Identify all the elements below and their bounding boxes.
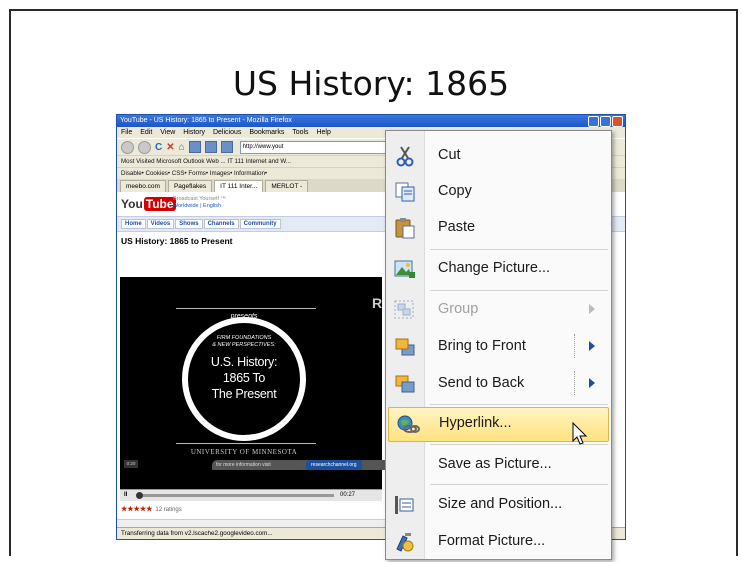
home-icon: ⌂ [178,141,185,153]
menu-history: History [183,129,206,136]
title-rule [176,308,316,309]
menu-label-hyperlink: Hyperlink... [439,415,512,431]
channel-link: researchchannel.org [306,460,362,470]
menu-view: View [160,129,176,136]
group-icon [394,300,414,319]
menu-item-size-and-position[interactable]: Size and Position... [386,488,611,521]
player-controls: II 00:27 [120,489,382,501]
menu-item-format-picture[interactable]: Format Picture... [386,525,611,558]
browser-titlebar: YouTube - US History: 1865 to Present - … [117,115,625,127]
save-as-picture-icon [393,454,417,476]
window-buttons [588,116,623,127]
research-logo: R [372,295,383,311]
menu-separator [430,249,608,250]
stop-icon: ✕ [166,141,175,153]
menu-label-send-to-back: Send to Back [438,375,525,391]
nav-home: Home [121,219,146,229]
menu-label-bring-to-front: Bring to Front [438,338,526,354]
tab-merlot: MERLOT - [265,180,309,192]
uni-rule [176,443,316,444]
video-presents: presents [230,313,258,320]
slide-title: US History: 1865 [232,64,510,103]
size-position-icon [395,496,414,514]
player-time: 00:27 [340,492,356,498]
menu-edit: Edit [140,129,153,136]
bring-to-front-icon [395,338,415,356]
menu-separator [430,404,608,405]
video-player: presents FIRM FOUNDATIONS & NEW PERSPECT… [120,277,386,489]
menu-tools: Tools [292,129,309,136]
horizontal-scrollbar [117,519,387,527]
close-icon [612,116,623,127]
youtube-logo: You Tube [121,197,176,211]
format-picture-icon [396,533,414,552]
menu-item-send-to-back[interactable]: Send to Back [386,367,611,400]
tab-meebo: meebo.com [120,180,166,192]
nav-shows: Shows [175,219,203,229]
youtube-tagline: Broadcast Yourself ™ Worldwide | English [173,196,226,209]
submenu-arrow-icon [589,378,595,388]
menu-item-group[interactable]: Group [386,293,611,326]
toolbar-icon [220,141,233,153]
tab-it111: IT 111 Inter... [214,180,264,192]
change-picture-icon [394,260,415,278]
rating-stars: ★★★★★ 12 ratings [121,506,182,513]
menu-item-cut[interactable]: Cut [386,139,611,172]
video-series: FIRM FOUNDATIONS [216,335,272,341]
menu-label-cut: Cut [438,147,461,163]
nav-community: Community [239,219,281,229]
video-line3: The Present [211,387,277,401]
toolbar-icon [188,141,201,153]
video-university: UNIVERSITY OF MINNESOTA [190,448,298,456]
menu-label-save-as-picture: Save as Picture... [438,456,552,472]
menu-delicious: Delicious [212,129,242,136]
menu-label-format-picture: Format Picture... [438,533,546,549]
split-divider [574,371,575,395]
video-info-bar: for more information visit researchchann… [212,460,386,470]
hyperlink-icon [397,415,420,433]
scissors-icon [396,146,414,167]
video-time-badge: 0:20 [124,460,138,468]
submenu-arrow-icon [589,304,595,314]
menu-separator [430,484,608,485]
seek-bar [136,492,334,499]
send-to-back-icon [395,375,415,393]
menu-separator [430,290,608,291]
pause-icon: II [124,492,128,498]
video-line1: U.S. History: [210,355,278,369]
split-divider [574,334,575,358]
toolbar-icon [204,141,217,153]
video-series2: & NEW PERSPECTIVES: [212,342,276,348]
tab-pageflakes: Pageflakes [167,180,213,192]
menu-item-bring-to-front[interactable]: Bring to Front [386,330,611,363]
menu-item-change-picture[interactable]: Change Picture... [386,252,611,285]
paste-icon [395,218,415,239]
reload-icon: C [155,141,163,153]
rating-count: 12 ratings [155,507,182,513]
menu-label-size-and-position: Size and Position... [438,496,563,512]
menu-label-group: Group [438,301,479,317]
forward-icon [138,140,151,154]
menu-bookmarks: Bookmarks [249,129,285,136]
menu-label-change-picture: Change Picture... [438,260,551,276]
menu-file: File [121,129,133,136]
mouse-cursor-icon [572,422,588,445]
nav-videos: Videos [146,219,175,229]
copy-icon [395,182,415,202]
seek-handle [136,492,143,499]
context-menu: Cut Copy Paste Change Picture... Group B… [385,130,612,560]
nav-channels: Channels [203,219,239,229]
menu-item-paste[interactable]: Paste [386,211,611,244]
menu-item-copy[interactable]: Copy [386,175,611,208]
menu-label-paste: Paste [438,219,476,235]
minimize-icon [588,116,599,127]
maximize-icon [600,116,611,127]
browser-title: YouTube - US History: 1865 to Present - … [120,117,292,124]
submenu-arrow-icon [589,341,595,351]
video-line2: 1865 To [222,371,266,385]
menu-label-copy: Copy [438,183,472,199]
menu-help: Help [316,129,331,136]
back-icon [121,140,134,154]
menu-item-save-as-picture[interactable]: Save as Picture... [386,448,611,481]
